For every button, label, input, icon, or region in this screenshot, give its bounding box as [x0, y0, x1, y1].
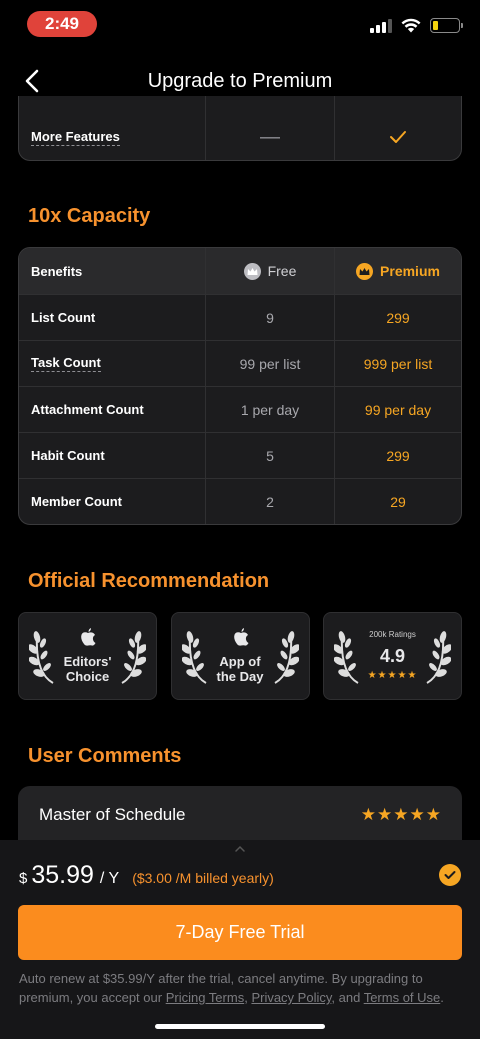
award-line1: App of — [219, 654, 261, 669]
table-row: List Count 9 299 — [19, 294, 461, 340]
award-line2: the Day — [216, 669, 264, 684]
row-free-value: 1 per day — [205, 387, 334, 432]
cellular-signal-icon — [370, 18, 392, 33]
price-period: / Y — [99, 870, 120, 887]
pricing-terms-link[interactable]: Pricing Terms — [166, 990, 245, 1005]
awards-row: Editors' Choice App of the Day 200k Rati… — [18, 612, 462, 700]
table-row: Attachment Count 1 per day 99 per day — [19, 386, 461, 432]
table-row: Habit Count 5 299 — [19, 432, 461, 478]
check-icon — [334, 96, 461, 160]
price-amount: 35.99 — [31, 861, 94, 889]
table-row: Member Count 2 29 — [19, 478, 461, 524]
chevron-up-icon[interactable] — [233, 844, 247, 854]
feature-label[interactable]: More Features — [31, 129, 120, 146]
comment-stars: ★★★★★ — [360, 805, 442, 824]
row-premium-value: 299 — [334, 295, 461, 340]
price-currency: $ — [19, 870, 28, 887]
header-free: Free — [205, 248, 334, 294]
header-benefits: Benefits — [31, 263, 83, 279]
status-bar: 2:49 — [0, 0, 480, 50]
crown-icon — [243, 262, 261, 280]
ratings-stars: ★★★★★ — [367, 670, 418, 681]
recommendation-title: Official Recommendation — [28, 570, 270, 592]
home-indicator[interactable] — [155, 1024, 325, 1029]
features-table: More Features — — [18, 96, 462, 161]
award-app-of-the-day: App of the Day — [170, 612, 310, 700]
apple-icon — [81, 628, 96, 646]
award-ratings: 200k Ratings 4.9 ★★★★★ — [323, 612, 462, 700]
selected-check-icon[interactable] — [439, 864, 461, 886]
terms-of-use-link[interactable]: Terms of Use — [364, 990, 441, 1005]
row-free-value: 2 — [205, 479, 334, 524]
price-note: ($3.00 /M billed yearly) — [132, 870, 274, 886]
price-row[interactable]: $ 35.99 / Y ($3.00 /M billed yearly) — [19, 861, 274, 890]
award-editors-choice: Editors' Choice — [18, 612, 157, 700]
comment-title: Master of Schedule — [39, 805, 186, 824]
header-premium: Premium — [334, 248, 461, 294]
row-premium-value: 299 — [334, 433, 461, 478]
table-header: Benefits Free Premium — [19, 248, 461, 294]
status-time: 2:49 — [27, 11, 97, 37]
apple-icon — [233, 628, 248, 646]
capacity-table: Benefits Free Premium List Count 9 299 T… — [18, 247, 462, 525]
battery-icon — [430, 18, 463, 33]
wifi-icon — [401, 18, 421, 33]
privacy-policy-link[interactable]: Privacy Policy — [251, 990, 331, 1005]
row-free-value: 99 per list — [205, 341, 334, 386]
page-title: Upgrade to Premium — [147, 70, 333, 92]
table-row: More Features — — [19, 96, 461, 160]
row-label: Attachment Count — [31, 402, 144, 417]
row-premium-value: 29 — [334, 479, 461, 524]
ratings-score: 4.9 — [379, 646, 406, 666]
ratings-caption: 200k Ratings — [369, 630, 416, 639]
row-free-value: 5 — [205, 433, 334, 478]
comment-card[interactable]: Master of Schedule ★★★★★ — [18, 786, 462, 848]
row-premium-value: 99 per day — [334, 387, 461, 432]
crown-icon — [356, 262, 374, 280]
purchase-panel: $ 35.99 / Y ($3.00 /M billed yearly) 7-D… — [0, 840, 480, 1039]
row-label[interactable]: Task Count — [31, 355, 101, 372]
legal-text: Auto renew at $35.99/Y after the trial, … — [19, 971, 444, 1005]
table-row: Task Count 99 per list 999 per list — [19, 340, 461, 386]
row-premium-value: 999 per list — [334, 341, 461, 386]
dash-icon: — — [205, 96, 334, 160]
award-line2: Choice — [65, 669, 110, 684]
status-icons — [370, 18, 463, 33]
free-trial-button[interactable]: 7-Day Free Trial — [18, 905, 462, 960]
row-free-value: 9 — [205, 295, 334, 340]
row-label: Member Count — [31, 494, 122, 509]
row-label: Habit Count — [31, 448, 105, 463]
award-line1: Editors' — [63, 654, 112, 669]
comments-title: User Comments — [28, 745, 182, 767]
capacity-title: 10x Capacity — [28, 205, 151, 227]
row-label: List Count — [31, 310, 96, 325]
